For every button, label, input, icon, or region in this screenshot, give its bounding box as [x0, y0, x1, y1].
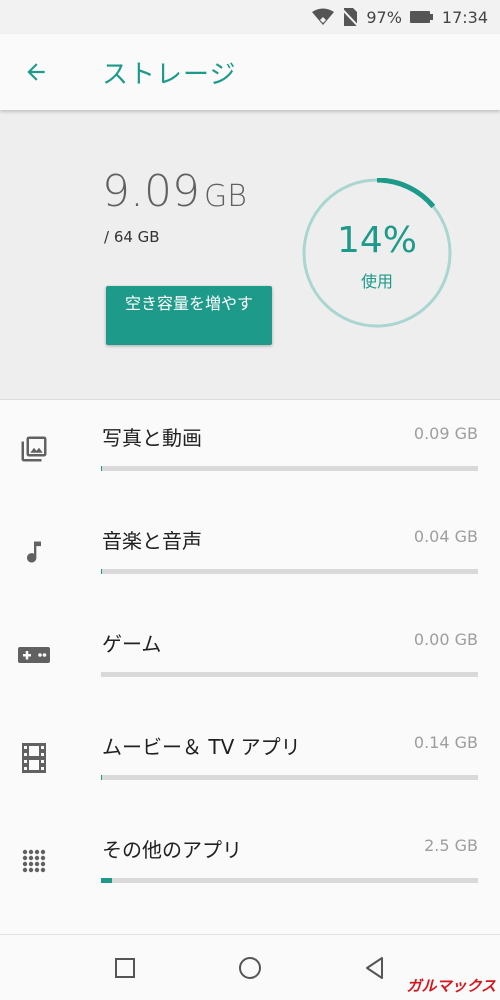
- back-button[interactable]: [16, 52, 56, 92]
- free-up-space-button[interactable]: 空き容量を増やす: [106, 286, 272, 345]
- system-nav-bar: ガルマックス: [0, 934, 500, 1000]
- category-label: 写真と動画: [102, 426, 202, 450]
- category-usage-fill: [101, 466, 102, 471]
- music-note-icon: [18, 536, 50, 568]
- app-bar: ストレージ: [0, 34, 500, 110]
- apps-grid-icon: [18, 845, 50, 877]
- clock: 17:34: [441, 7, 488, 27]
- total-storage: / 64 GB: [104, 228, 160, 246]
- category-row-other-apps[interactable]: その他のアプリ 2.5 GB: [0, 812, 500, 915]
- category-label: ムービー＆ TV アプリ: [102, 735, 301, 759]
- storage-category-list: 写真と動画 0.09 GB 音楽と音声 0.04 GB ゲーム 0.00 GB …: [0, 400, 500, 915]
- recents-square-icon[interactable]: [112, 955, 138, 981]
- category-usage-fill: [101, 775, 102, 780]
- film-icon: [18, 742, 50, 774]
- wifi-icon: [312, 8, 335, 26]
- category-usage-bar: [101, 775, 478, 780]
- used-storage: 9.09 GB: [102, 166, 247, 217]
- category-usage-bar: [101, 569, 478, 574]
- storage-summary: 9.09 GB / 64 GB 空き容量を増やす 14% 使用: [0, 110, 500, 400]
- gamepad-icon: [18, 639, 50, 671]
- back-triangle-icon[interactable]: [362, 955, 388, 981]
- usage-label: 使用: [360, 272, 393, 291]
- category-usage-bar: [101, 878, 478, 883]
- photo-icon: [18, 433, 50, 465]
- category-label: ゲーム: [102, 632, 162, 656]
- category-size: 0.04 GB: [413, 527, 478, 546]
- category-size: 0.00 GB: [413, 630, 478, 649]
- watermark-logo: ガルマックス: [406, 977, 496, 995]
- category-row-games[interactable]: ゲーム 0.00 GB: [0, 606, 500, 709]
- no-sim-icon: [342, 7, 359, 27]
- category-size: 0.14 GB: [413, 733, 478, 752]
- status-bar: 97% 17:34: [0, 0, 500, 34]
- usage-percent: 14%: [336, 220, 417, 261]
- home-circle-icon[interactable]: [237, 955, 263, 981]
- used-storage-value: 9.09: [102, 166, 200, 217]
- battery-icon: [409, 10, 434, 24]
- category-usage-bar: [101, 672, 478, 677]
- category-usage-fill: [101, 878, 113, 883]
- category-row-photos[interactable]: 写真と動画 0.09 GB: [0, 400, 500, 503]
- used-storage-unit: GB: [203, 179, 247, 214]
- category-row-movies-tv[interactable]: ムービー＆ TV アプリ 0.14 GB: [0, 709, 500, 812]
- battery-percent: 97%: [366, 7, 402, 27]
- page-title: ストレージ: [102, 60, 237, 90]
- arrow-back-icon: [27, 63, 45, 81]
- category-usage-bar: [101, 466, 478, 471]
- category-label: その他のアプリ: [102, 838, 242, 862]
- category-label: 音楽と音声: [102, 529, 202, 553]
- category-size: 0.09 GB: [413, 424, 478, 443]
- category-row-music[interactable]: 音楽と音声 0.04 GB: [0, 503, 500, 606]
- category-size: 2.5 GB: [424, 836, 478, 855]
